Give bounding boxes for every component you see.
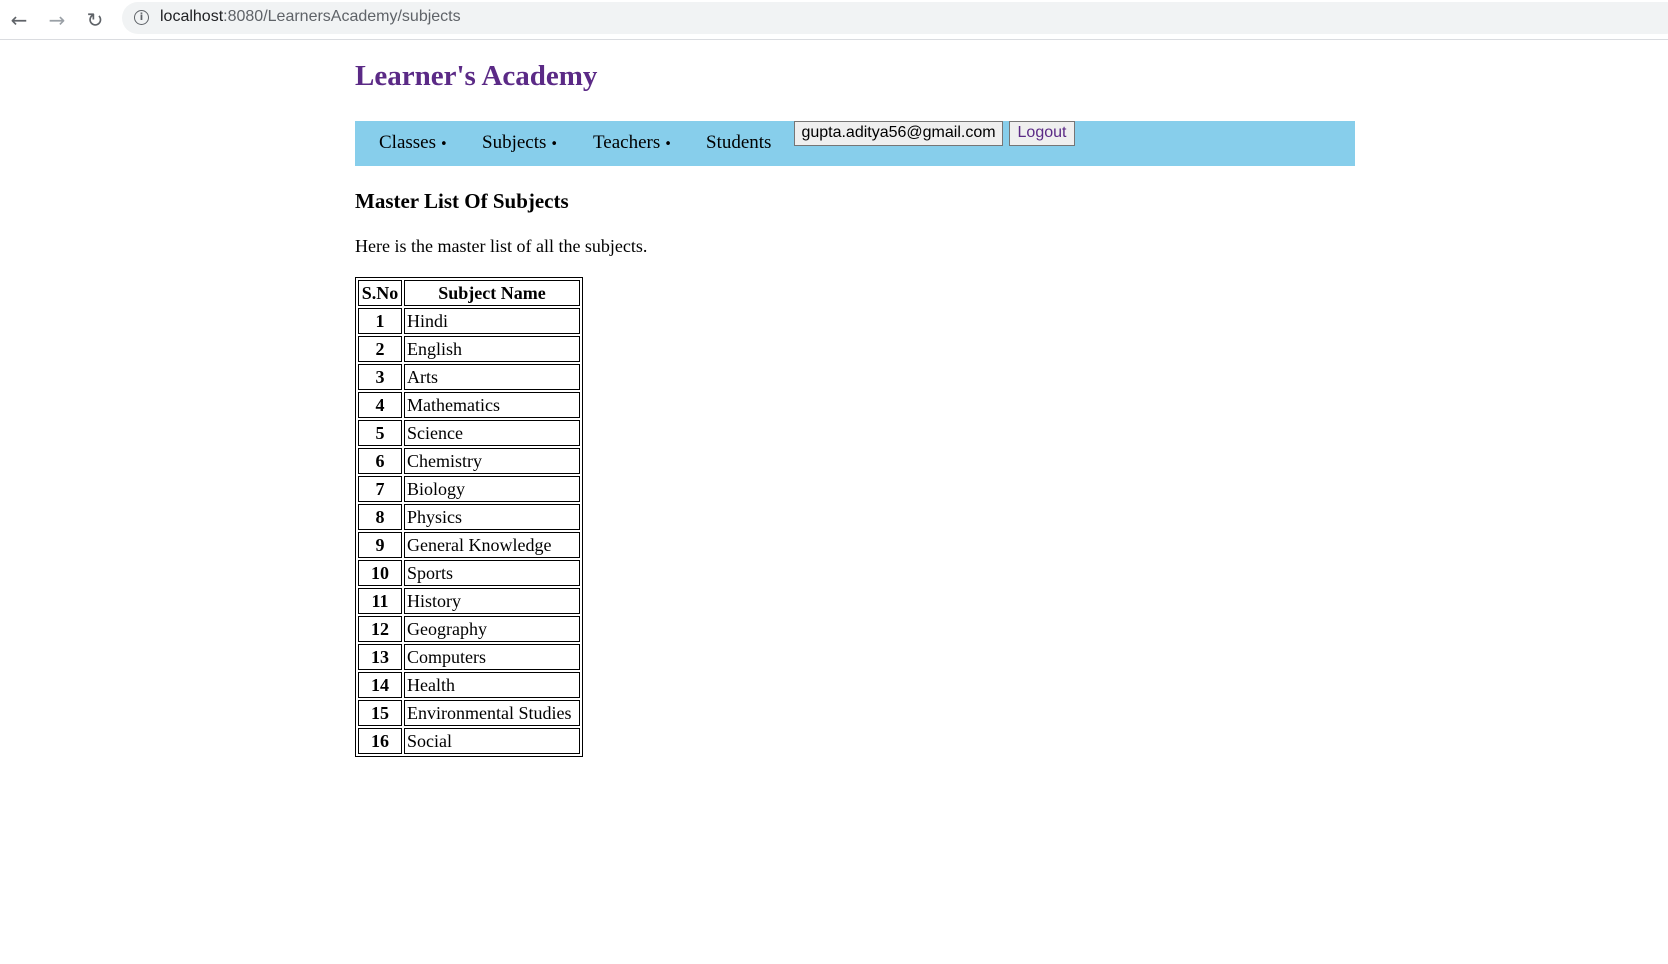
table-row: 14 Health [358, 672, 580, 698]
table-row: 8 Physics [358, 504, 580, 530]
subject-name-cell: Geography [404, 616, 580, 642]
column-header-sno: S.No [358, 280, 402, 306]
logout-button[interactable]: Logout [1009, 121, 1075, 146]
nav-item-label: Subjects [482, 132, 547, 153]
browser-toolbar: ← → ↻ i localhost:8080/LearnersAcademy/s… [0, 0, 1668, 40]
subject-name-cell: History [404, 588, 580, 614]
sno-cell: 15 [358, 700, 402, 726]
sno-cell: 8 [358, 504, 402, 530]
sno-cell: 5 [358, 420, 402, 446]
table-row: 15 Environmental Studies [358, 700, 580, 726]
reload-icon[interactable]: ↻ [81, 6, 109, 34]
table-row: 11 History [358, 588, 580, 614]
subject-name-cell: Environmental Studies [404, 700, 580, 726]
bullet-icon: • [440, 137, 448, 152]
sno-cell: 9 [358, 532, 402, 558]
sno-cell: 12 [358, 616, 402, 642]
sno-cell: 11 [358, 588, 402, 614]
nav-item-teachers[interactable]: Teachers • [593, 132, 672, 154]
site-info-icon[interactable]: i [134, 10, 149, 25]
nav-item-label: Teachers [593, 132, 661, 153]
sno-cell: 13 [358, 644, 402, 670]
subject-name-cell: Hindi [404, 308, 580, 334]
forward-arrow-icon[interactable]: → [43, 6, 71, 34]
url-text[interactable]: localhost:8080/LearnersAcademy/subjects [160, 8, 461, 26]
address-bar[interactable]: i localhost:8080/LearnersAcademy/subject… [122, 2, 1668, 34]
table-body: 1 Hindi 2 English 3 Arts 4 Mathematics 5 Scie… [358, 308, 580, 754]
subject-name-cell: Science [404, 420, 580, 446]
table-row: 12 Geography [358, 616, 580, 642]
table-row: 6 Chemistry [358, 448, 580, 474]
column-header-subject-name: Subject Name [404, 280, 580, 306]
subject-name-cell: Chemistry [404, 448, 580, 474]
subject-name-cell: Sports [404, 560, 580, 586]
subject-name-cell: Biology [404, 476, 580, 502]
table-row: 16 Social [358, 728, 580, 754]
table-row: 13 Computers [358, 644, 580, 670]
sno-cell: 7 [358, 476, 402, 502]
sno-cell: 4 [358, 392, 402, 418]
sno-cell: 1 [358, 308, 402, 334]
main-navbar: Classes • Subjects • Teachers • Students gu… [355, 121, 1355, 166]
table-row: 10 Sports [358, 560, 580, 586]
subject-name-cell: Mathematics [404, 392, 580, 418]
user-email-button[interactable]: gupta.aditya56@gmail.com [794, 121, 1003, 146]
nav-item-label: Students [706, 132, 772, 153]
sno-cell: 16 [358, 728, 402, 754]
nav-item-subjects[interactable]: Subjects • [482, 132, 558, 154]
subject-name-cell: Arts [404, 364, 580, 390]
subjects-table: S.No Subject Name 1 Hindi 2 English 3 Arts … [355, 277, 583, 757]
sno-cell: 6 [358, 448, 402, 474]
nav-item-classes[interactable]: Classes • [379, 132, 448, 154]
back-arrow-icon[interactable]: ← [5, 6, 33, 34]
table-row: 5 Science [358, 420, 580, 446]
subject-name-cell: Health [404, 672, 580, 698]
bullet-icon: • [550, 137, 559, 152]
table-row: 4 Mathematics [358, 392, 580, 418]
page-heading: Master List Of Subjects [355, 189, 569, 213]
table-row: 9 General Knowledge [358, 532, 580, 558]
bullet-icon: • [664, 137, 672, 152]
subject-name-cell: Social [404, 728, 580, 754]
sno-cell: 14 [358, 672, 402, 698]
table-row: 1 Hindi [358, 308, 580, 334]
subject-name-cell: Physics [404, 504, 580, 530]
url-path: :8080/LearnersAcademy/subjects [223, 8, 461, 25]
nav-item-students[interactable]: Students [706, 132, 771, 154]
table-row: 7 Biology [358, 476, 580, 502]
site-title: Learner's Academy [355, 60, 598, 92]
table-row: 2 English [358, 336, 580, 362]
sno-cell: 2 [358, 336, 402, 362]
table-header-row: S.No Subject Name [358, 280, 580, 306]
sno-cell: 3 [358, 364, 402, 390]
subject-name-cell: Computers [404, 644, 580, 670]
table-row: 3 Arts [358, 364, 580, 390]
subject-name-cell: General Knowledge [404, 532, 580, 558]
nav-item-label: Classes [379, 132, 436, 153]
sno-cell: 10 [358, 560, 402, 586]
subject-name-cell: English [404, 336, 580, 362]
page-intro-text: Here is the master list of all the subje… [355, 236, 648, 256]
url-host: localhost [160, 8, 224, 25]
